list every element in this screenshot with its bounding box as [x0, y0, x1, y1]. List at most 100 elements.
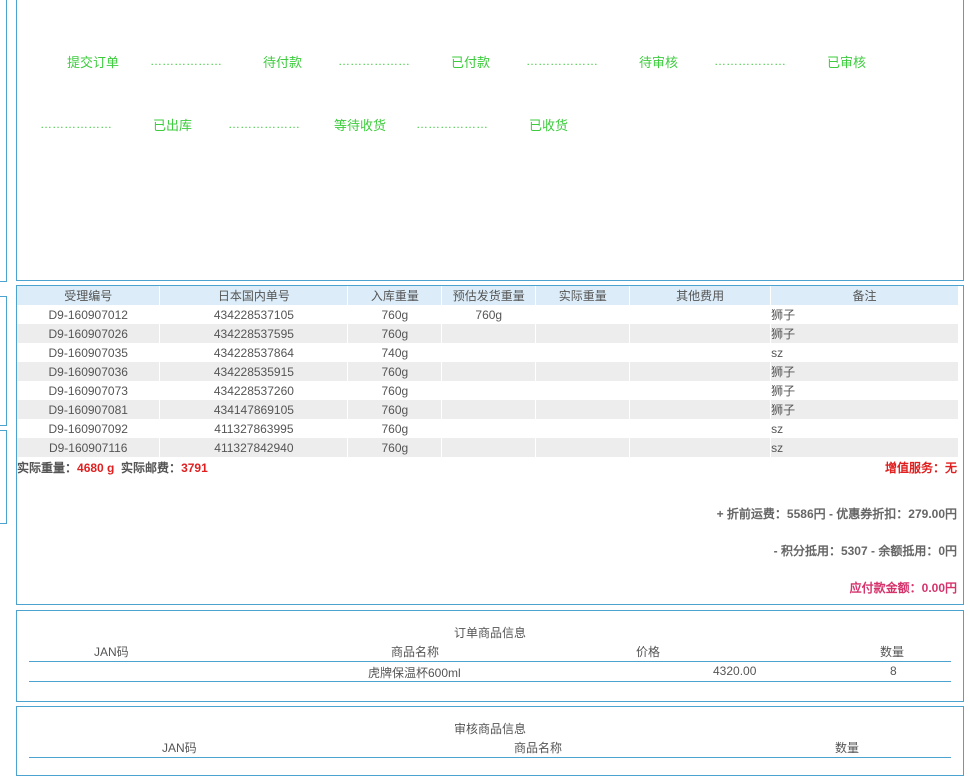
cell-domestic-no: 411327842940 [159, 438, 349, 457]
table-header-row: 受理编号 日本国内单号 入库重量 预估发货重量 实际重量 其他费用 备注 [17, 286, 959, 305]
cell-remarks: 狮子 [770, 400, 959, 419]
cell-inbound-weight: 740g [347, 343, 443, 362]
cell-inbound-weight: 760g [347, 381, 443, 400]
col-header-inbound-weight: 入库重量 [347, 286, 443, 305]
actual-weight-label: 实际重量： [17, 461, 78, 475]
cell-est-weight: 760g [441, 305, 537, 324]
status-step-pending-payment: 待付款 [263, 55, 303, 70]
audit-col-jan: JAN码 [162, 741, 197, 755]
status-connector: ……………… [228, 117, 300, 131]
order-item-qty: 8 [890, 664, 897, 678]
table-row: D9-160907092 411327863995 760g sz [17, 419, 959, 438]
cell-domestic-no: 434228537595 [159, 324, 349, 343]
value-added-service: 增值服务：无 [884, 461, 957, 475]
cell-receipt-no: D9-160907035 [17, 343, 161, 362]
col-header-domestic-no: 日本国内单号 [159, 286, 349, 305]
parcel-records-panel: 受理编号 日本国内单号 入库重量 预估发货重量 实际重量 其他费用 备注 D9-… [16, 285, 964, 605]
cell-receipt-no: D9-160907092 [17, 419, 161, 438]
cell-actual-weight [535, 381, 631, 400]
cell-remarks: sz [770, 419, 959, 438]
status-connector: ……………… [40, 117, 112, 131]
status-connector: ……………… [714, 54, 786, 68]
actual-weight-value: 4680 g [77, 461, 115, 475]
cell-inbound-weight: 760g [347, 419, 443, 438]
cell-other-fees [629, 305, 772, 324]
status-connector: ……………… [150, 54, 222, 68]
cell-other-fees [629, 381, 772, 400]
parcel-records-table: 受理编号 日本国内单号 入库重量 预估发货重量 实际重量 其他费用 备注 D9-… [17, 286, 959, 457]
cell-other-fees [629, 362, 772, 381]
left-frame-edge [0, 296, 7, 426]
audit-col-qty: 数量 [835, 741, 860, 755]
audit-col-name: 商品名称 [514, 741, 563, 755]
cell-actual-weight [535, 362, 631, 381]
cell-actual-weight [535, 324, 631, 343]
cell-other-fees [629, 438, 772, 457]
cell-domestic-no: 434228537864 [159, 343, 349, 362]
status-connector: ……………… [338, 54, 410, 68]
order-goods-panel: 订单商品信息 JAN码 商品名称 价格 数量 虎牌保温杯600ml 4320.0… [16, 610, 964, 702]
cell-est-weight [441, 343, 537, 362]
cell-receipt-no: D9-160907012 [17, 305, 161, 324]
status-step-pending-review: 待审核 [639, 55, 679, 70]
cell-domestic-no: 434228537260 [159, 381, 349, 400]
cell-other-fees [629, 324, 772, 343]
cell-remarks: sz [770, 343, 959, 362]
points-balance-line: - 积分抵用：5307 - 余额抵用：0円 [773, 544, 957, 558]
table-row: D9-160907116 411327842940 760g sz [17, 438, 959, 457]
order-item-name: 虎牌保温杯600ml [368, 666, 461, 680]
status-connector: ……………… [416, 117, 488, 131]
table-row: D9-160907073 434228537260 760g 狮子 [17, 381, 959, 400]
table-row: D9-160907036 434228535915 760g 狮子 [17, 362, 959, 381]
cell-est-weight [441, 362, 537, 381]
weight-postage-summary: 实际重量：4680 g 实际邮费：3791 [17, 459, 208, 476]
order-col-price: 价格 [636, 645, 661, 659]
divider [29, 681, 951, 682]
audit-goods-title: 审核商品信息 [453, 722, 526, 736]
divider [29, 757, 951, 758]
col-header-est-weight: 预估发货重量 [441, 286, 537, 305]
col-header-other-fees: 其他费用 [629, 286, 772, 305]
cell-actual-weight [535, 305, 631, 324]
actual-postage-value: 3791 [181, 461, 208, 475]
order-status-panel: 提交订单 ……………… 待付款 ……………… 已付款 ……………… 待审核 ……… [16, 0, 964, 281]
status-step-reviewed: 已审核 [827, 55, 867, 70]
cell-inbound-weight: 760g [347, 400, 443, 419]
actual-postage-label: 实际邮费： [121, 461, 182, 475]
status-step-shipped: 已出库 [153, 118, 193, 133]
status-step-paid: 已付款 [451, 55, 491, 70]
cell-receipt-no: D9-160907116 [17, 438, 161, 457]
status-step-received: 已收货 [529, 118, 569, 133]
order-col-name: 商品名称 [391, 645, 440, 659]
cell-receipt-no: D9-160907026 [17, 324, 161, 343]
cell-inbound-weight: 760g [347, 324, 443, 343]
cell-other-fees [629, 343, 772, 362]
order-goods-title: 订单商品信息 [453, 626, 526, 640]
col-header-remarks: 备注 [770, 286, 959, 305]
left-frame-edge [0, 430, 7, 524]
cell-inbound-weight: 760g [347, 438, 443, 457]
cell-remarks: 狮子 [770, 324, 959, 343]
cell-est-weight [441, 324, 537, 343]
cell-actual-weight [535, 438, 631, 457]
cell-receipt-no: D9-160907081 [17, 400, 161, 419]
table-row: D9-160907012 434228537105 760g 760g 狮子 [17, 305, 959, 324]
order-item-price: 4320.00 [713, 664, 757, 678]
cell-est-weight [441, 438, 537, 457]
cell-domestic-no: 434228535915 [159, 362, 349, 381]
cell-actual-weight [535, 400, 631, 419]
table-row: D9-160907026 434228537595 760g 狮子 [17, 324, 959, 343]
cell-other-fees [629, 400, 772, 419]
cell-est-weight [441, 400, 537, 419]
table-row: D9-160907035 434228537864 740g sz [17, 343, 959, 362]
cell-est-weight [441, 419, 537, 438]
divider [29, 661, 951, 662]
cell-domestic-no: 434147869105 [159, 400, 349, 419]
cell-other-fees [629, 419, 772, 438]
cell-inbound-weight: 760g [347, 362, 443, 381]
status-step-submit: 提交订单 [67, 55, 120, 70]
col-header-receipt-no: 受理编号 [17, 286, 161, 305]
col-header-actual-weight: 实际重量 [535, 286, 631, 305]
table-row: D9-160907081 434147869105 760g 狮子 [17, 400, 959, 419]
cell-domestic-no: 434228537105 [159, 305, 349, 324]
